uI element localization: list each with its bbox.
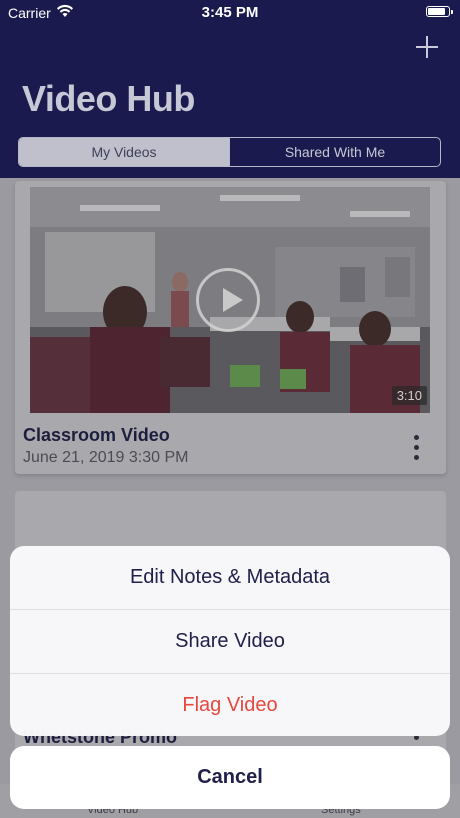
segment-my-videos[interactable]: My Videos — [19, 138, 229, 166]
nav-header: Carrier 3:45 PM Video Hub My Videos Shar… — [0, 0, 460, 178]
battery-icon — [426, 6, 453, 17]
video-thumbnail[interactable]: 3:10 — [30, 187, 430, 413]
more-options-icon[interactable] — [412, 435, 422, 465]
action-sheet: Edit Notes & Metadata Share Video Flag V… — [10, 546, 450, 736]
flag-video-button[interactable]: Flag Video — [10, 674, 450, 736]
status-bar: Carrier 3:45 PM — [0, 0, 460, 26]
play-button[interactable] — [196, 268, 260, 332]
page-title: Video Hub — [22, 78, 195, 119]
video-duration: 3:10 — [391, 386, 427, 405]
segmented-control: My Videos Shared With Me — [18, 137, 441, 167]
edit-notes-button[interactable]: Edit Notes & Metadata — [10, 546, 450, 609]
segment-shared-with-me[interactable]: Shared With Me — [229, 138, 440, 166]
video-card[interactable]: 3:10 Classroom Video June 21, 2019 3:30 … — [15, 181, 446, 474]
video-date: June 21, 2019 3:30 PM — [23, 449, 189, 466]
plus-icon[interactable] — [414, 34, 440, 60]
more-options-icon[interactable] — [412, 735, 422, 745]
video-title: Classroom Video — [23, 425, 170, 445]
share-video-button[interactable]: Share Video — [10, 610, 450, 673]
status-time: 3:45 PM — [201, 4, 259, 21]
cancel-button[interactable]: Cancel — [10, 746, 450, 809]
